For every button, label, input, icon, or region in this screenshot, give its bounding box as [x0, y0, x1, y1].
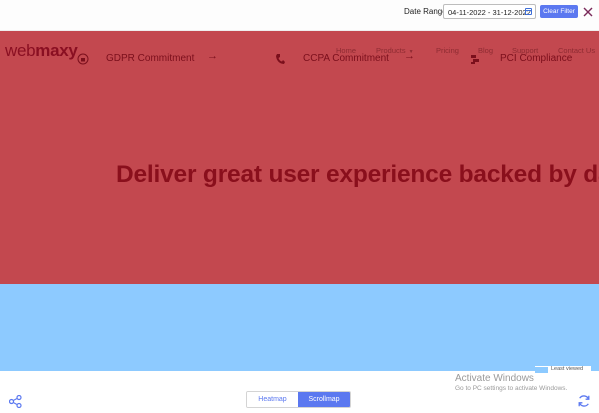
arrow-right-icon: → [404, 50, 415, 62]
ccpa-badge-label: CCPA Commitment [303, 53, 389, 64]
ccpa-icon [276, 54, 285, 64]
date-range-value: 04-11-2022 - 31-12-2022 [448, 8, 531, 17]
date-range-input[interactable]: 04-11-2022 - 31-12-2022 [443, 4, 536, 19]
pci-badge-label: PCI Compliance [500, 53, 573, 64]
nav-pricing[interactable]: Pricing [436, 46, 459, 55]
site-logo: webmaxy [5, 41, 78, 61]
hero-headline: Deliver great user experience backed by … [116, 161, 599, 188]
activate-windows-subtitle: Go to PC settings to activate Windows. [455, 385, 568, 392]
filter-bar: Date Range 04-11-2022 - 31-12-2022 Clear… [0, 0, 599, 31]
activate-windows-title: Activate Windows [455, 373, 534, 384]
gdpr-badge-label: GDPR Commitment [106, 53, 195, 64]
tab-heatmap[interactable]: Heatmap [247, 392, 298, 407]
view-toggle: Heatmap Scrollmap [246, 391, 351, 408]
logo-bold-text: maxy [35, 41, 78, 60]
logo-light-text: web [5, 41, 36, 60]
scrollmap-cool-zone [0, 284, 599, 371]
pci-icon [471, 55, 479, 64]
clear-filter-button[interactable]: Clear Filter [540, 5, 578, 18]
refresh-icon[interactable] [577, 394, 591, 408]
date-range-label: Date Range [404, 7, 447, 16]
gdpr-icon [77, 53, 89, 65]
close-icon[interactable] [583, 7, 593, 17]
arrow-right-icon: → [207, 50, 218, 62]
calendar-icon [525, 8, 532, 15]
tab-scrollmap[interactable]: Scrollmap [298, 392, 350, 407]
legend-label: Least viewed [551, 366, 584, 372]
share-icon[interactable] [9, 395, 22, 408]
scrollmap-legend: Least viewed [535, 366, 591, 374]
scrollmap-hot-zone: webmaxy Home Products ▼ Pricing Blog Supp… [0, 31, 599, 284]
legend-swatch [535, 367, 548, 373]
